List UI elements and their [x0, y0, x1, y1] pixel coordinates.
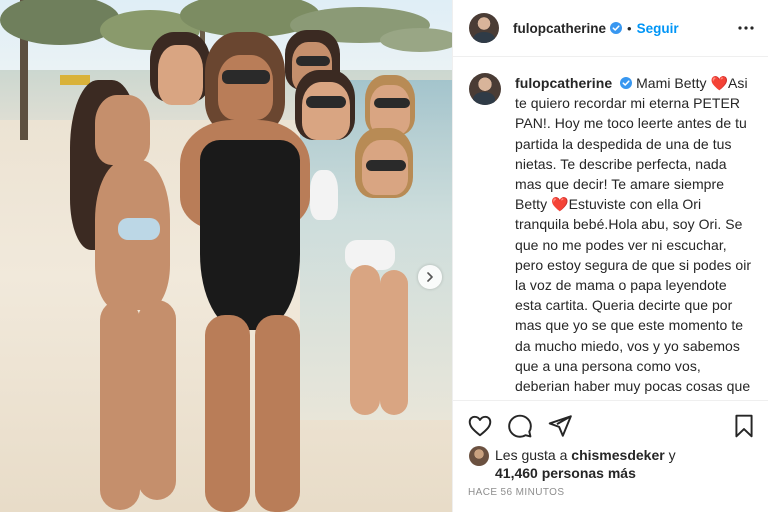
caption-username[interactable]: fulopcatherine	[515, 75, 612, 91]
caption-segment: Asi te quiero recordar mi eterna PETER P…	[515, 75, 748, 213]
caption-segment: Mami Betty	[636, 75, 711, 91]
heart-emoji: ❤️	[710, 75, 729, 91]
post-header: fulopcatherine • Seguir	[453, 0, 768, 57]
next-photo-button[interactable]	[418, 265, 442, 289]
verified-badge-icon	[620, 77, 633, 89]
heart-icon[interactable]	[467, 413, 493, 439]
liker-avatar[interactable]	[469, 446, 489, 466]
follow-button[interactable]: Seguir	[637, 21, 679, 36]
likes-summary: Les gusta a chismesdeker y 41,460 person…	[469, 446, 676, 482]
post-photo[interactable]	[0, 0, 452, 512]
caption-text: fulopcatherine Mami Betty ❤️Asi te quier…	[515, 73, 753, 399]
likes-joiner: y	[664, 447, 676, 463]
action-buttons	[467, 413, 573, 439]
post-timestamp[interactable]: HACE 56 MINUTOS	[468, 487, 564, 498]
more-options-icon[interactable]	[737, 19, 755, 37]
separator-dot: •	[627, 20, 632, 36]
liker-username[interactable]: chismesdeker	[571, 447, 664, 463]
chevron-right-icon	[427, 272, 433, 282]
header-username[interactable]: fulopcatherine	[513, 21, 606, 36]
post-side-panel: fulopcatherine • Seguir fulopcatherine M…	[452, 0, 768, 512]
caption-area: fulopcatherine Mami Betty ❤️Asi te quier…	[453, 57, 768, 399]
paper-plane-icon[interactable]	[547, 413, 573, 439]
caption-comment: fulopcatherine Mami Betty ❤️Asi te quier…	[469, 73, 753, 399]
avatar[interactable]	[469, 13, 499, 43]
verified-badge-icon	[610, 22, 623, 34]
bookmark-icon[interactable]	[731, 413, 757, 439]
caption-segment: Estuviste con ella Ori tranquila bebé.Ho…	[515, 196, 752, 399]
likes-prefix: Les gusta a	[495, 447, 572, 463]
caption-avatar[interactable]	[469, 73, 501, 105]
likes-text: Les gusta a chismesdeker y 41,460 person…	[495, 446, 676, 482]
comment-icon[interactable]	[507, 413, 533, 439]
likes-count[interactable]: 41,460 personas más	[495, 465, 636, 481]
heart-emoji: ❤️	[551, 196, 569, 213]
